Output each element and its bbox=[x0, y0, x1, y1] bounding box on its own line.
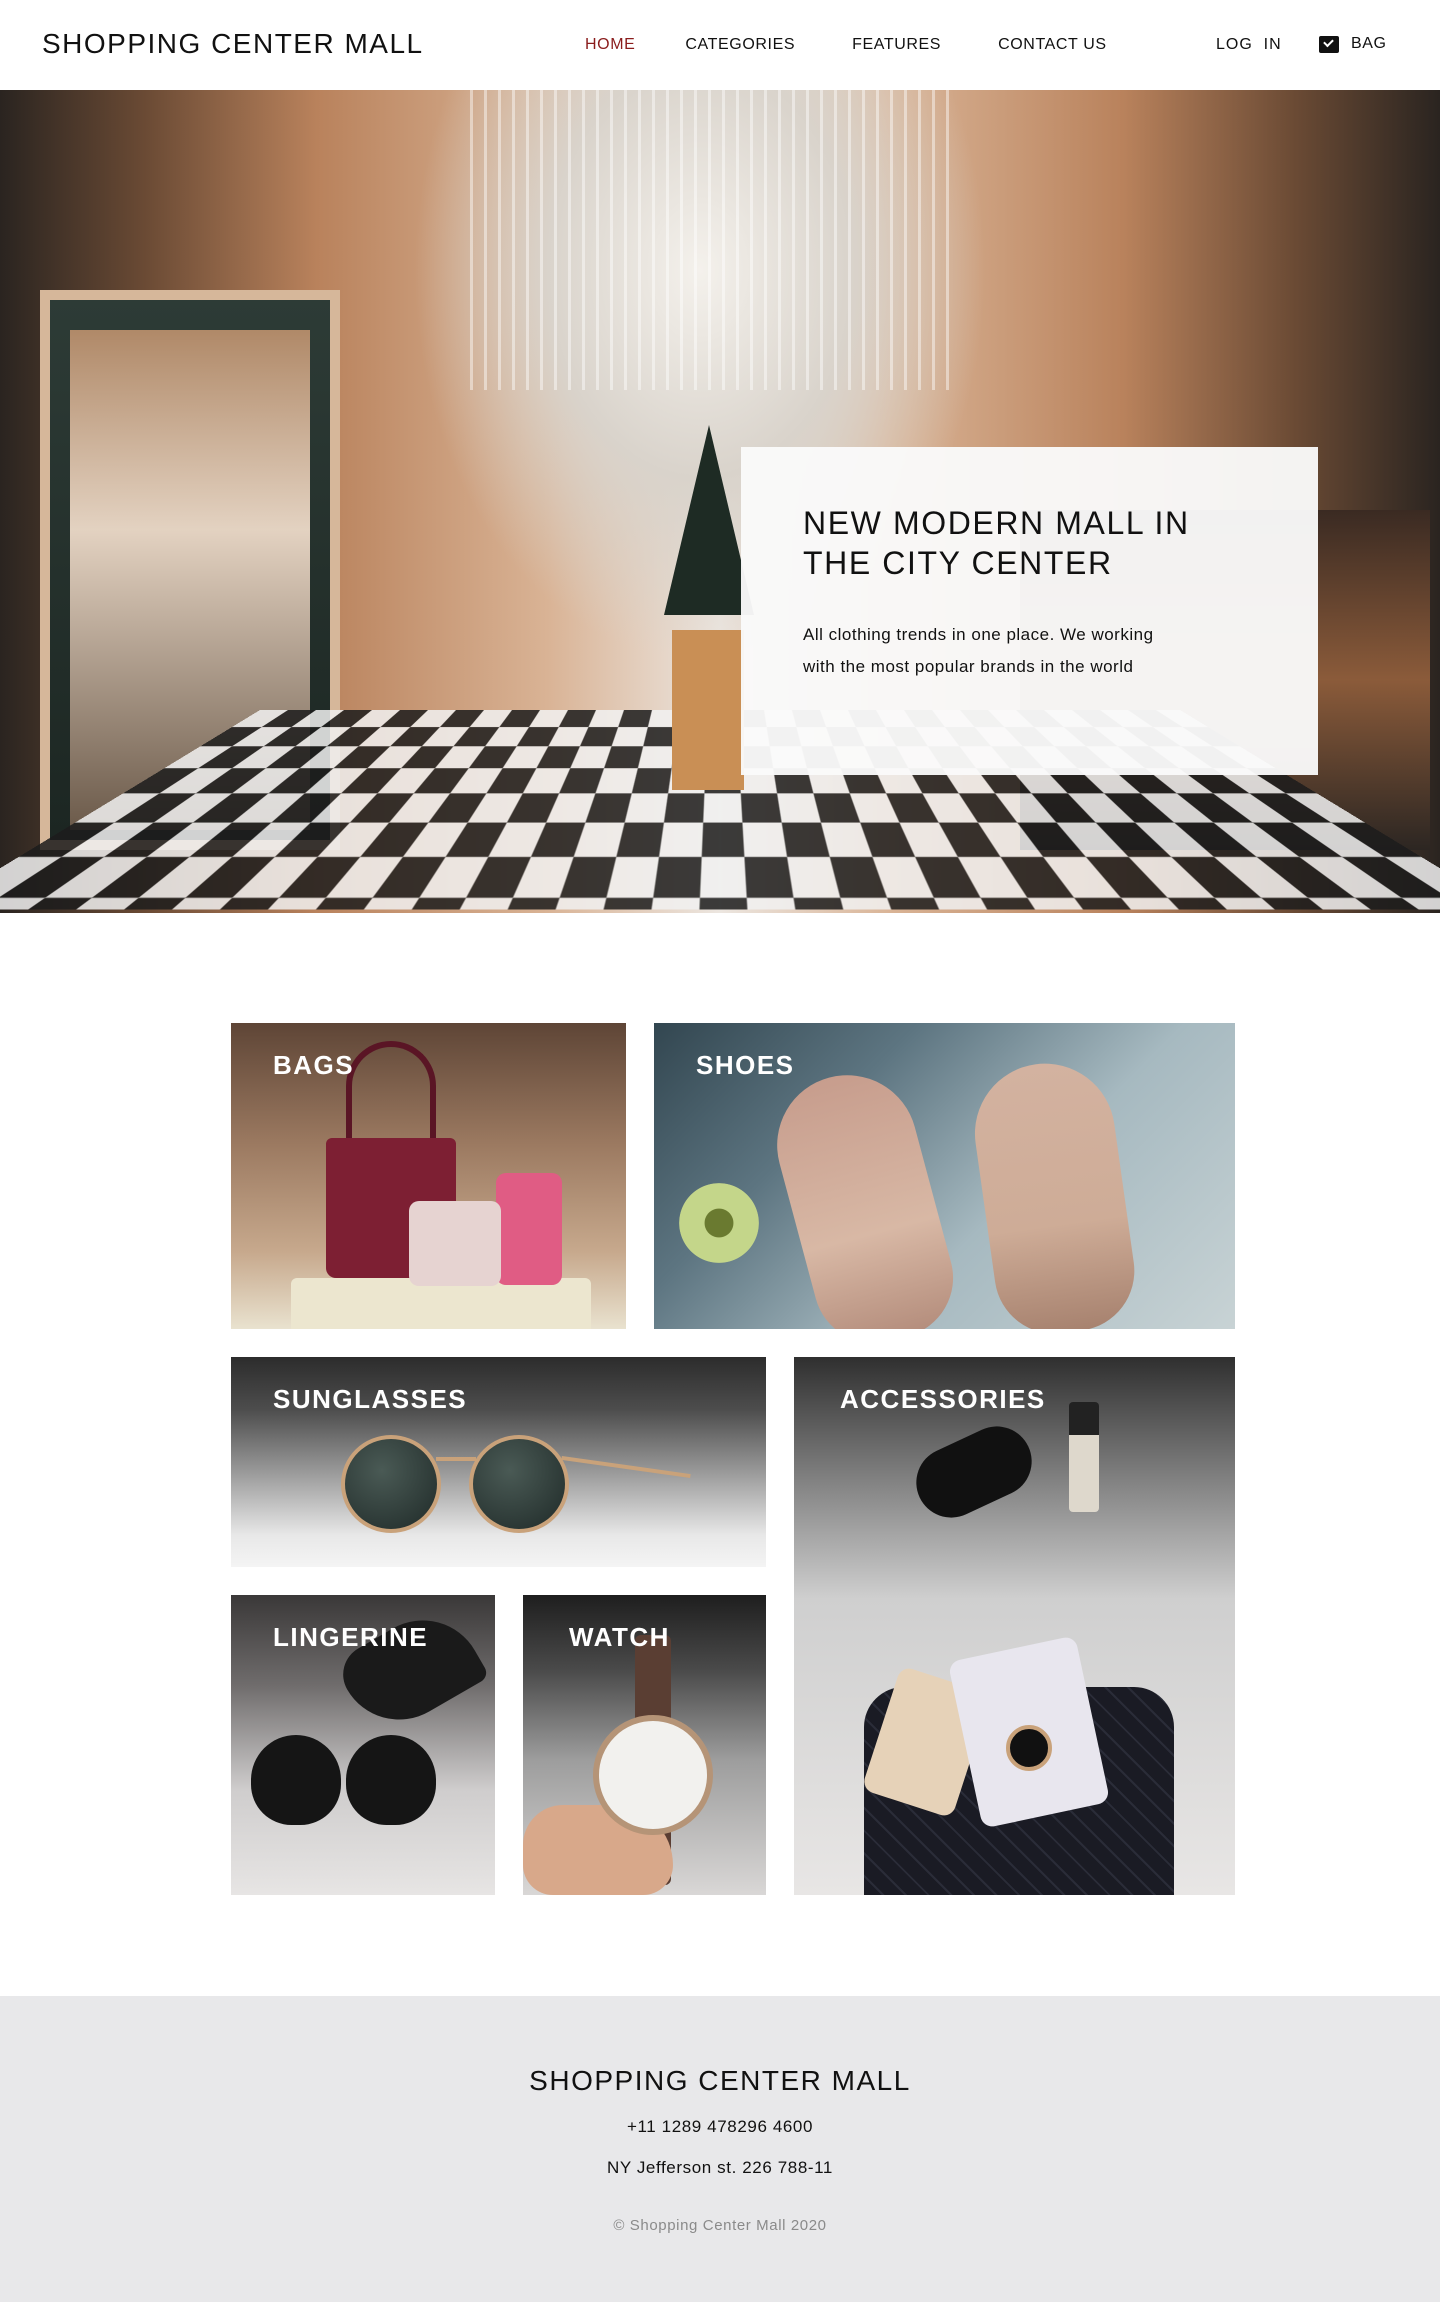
category-tile-bags[interactable]: BAGS bbox=[231, 1023, 626, 1329]
hero-card: NEW MODERN MALL IN THE CITY CENTER All c… bbox=[741, 447, 1318, 775]
lingerie-cup-left bbox=[251, 1735, 341, 1825]
watch-face bbox=[593, 1715, 713, 1835]
lingerie-bra bbox=[251, 1735, 441, 1845]
brand-logo[interactable]: SHOPPING CENTER MALL bbox=[42, 28, 424, 60]
category-label-sunglasses: SUNGLASSES bbox=[273, 1384, 468, 1414]
category-tile-watch[interactable]: WATCH bbox=[523, 1595, 766, 1895]
category-tile-lingerine[interactable]: LINGERINE bbox=[231, 1595, 495, 1895]
main-nav: HOME CATEGORIES FEATURES CONTACT US bbox=[585, 36, 1107, 54]
accessories-watch bbox=[1006, 1725, 1052, 1771]
category-label-lingerine: LINGERINE bbox=[273, 1622, 429, 1652]
mail-icon bbox=[1319, 35, 1339, 53]
footer-copyright: © Shopping Center Mall 2020 bbox=[613, 2217, 827, 2234]
login-link[interactable]: LOG IN bbox=[1216, 36, 1282, 54]
sunglasses-arm bbox=[561, 1455, 691, 1479]
nav-features[interactable]: FEATURES bbox=[852, 36, 941, 54]
hero-text: All clothing trends in one place. We wor… bbox=[803, 625, 1154, 676]
category-label-accessories: ACCESSORIES bbox=[840, 1384, 1046, 1414]
lingerie-cup-right bbox=[346, 1735, 436, 1825]
bag-pink bbox=[496, 1173, 562, 1285]
category-tile-shoes[interactable]: SHOES bbox=[654, 1023, 1235, 1329]
footer-brand: SHOPPING CENTER MALL bbox=[529, 2065, 911, 2096]
nav-categories[interactable]: CATEGORIES bbox=[685, 36, 795, 54]
category-label-shoes: SHOES bbox=[696, 1050, 795, 1080]
nav-contact-us[interactable]: CONTACT US bbox=[998, 36, 1107, 54]
hero-banner: NEW MODERN MALL IN THE CITY CENTER All c… bbox=[0, 90, 1440, 913]
hero-title: NEW MODERN MALL IN THE CITY CENTER bbox=[803, 505, 1190, 581]
bag-button[interactable]: BAG bbox=[1319, 35, 1387, 53]
shoes-flower bbox=[679, 1183, 759, 1263]
sunglasses-bridge bbox=[436, 1457, 476, 1461]
bag-label: BAG bbox=[1351, 35, 1387, 52]
shoe-right bbox=[965, 1054, 1143, 1329]
hero-roof-decoration bbox=[470, 90, 950, 390]
accessories-glasses bbox=[904, 1414, 1044, 1530]
accessories-bottle bbox=[1069, 1402, 1099, 1512]
category-tile-accessories[interactable]: ACCESSORIES bbox=[794, 1357, 1235, 1895]
sunglasses-lens-left bbox=[341, 1435, 441, 1533]
category-label-bags: BAGS bbox=[273, 1050, 355, 1080]
sunglasses-lens-right bbox=[469, 1435, 569, 1533]
nav-home[interactable]: HOME bbox=[585, 36, 635, 54]
lingerie-lace bbox=[332, 1598, 490, 1742]
site-footer: SHOPPING CENTER MALL +11 1289 478296 460… bbox=[0, 1996, 1440, 2302]
category-label-watch: WATCH bbox=[569, 1622, 670, 1652]
footer-phone: +11 1289 478296 4600 bbox=[626, 2117, 814, 2136]
hero-tree-box bbox=[672, 630, 744, 790]
site-header: SHOPPING CENTER MALL HOME CATEGORIES FEA… bbox=[0, 0, 1440, 90]
shoe-left bbox=[761, 1059, 967, 1329]
category-tile-sunglasses[interactable]: SUNGLASSES bbox=[231, 1357, 766, 1567]
footer-address: NY Jefferson st. 226 788-11 bbox=[606, 2158, 833, 2177]
bag-white bbox=[409, 1201, 501, 1286]
